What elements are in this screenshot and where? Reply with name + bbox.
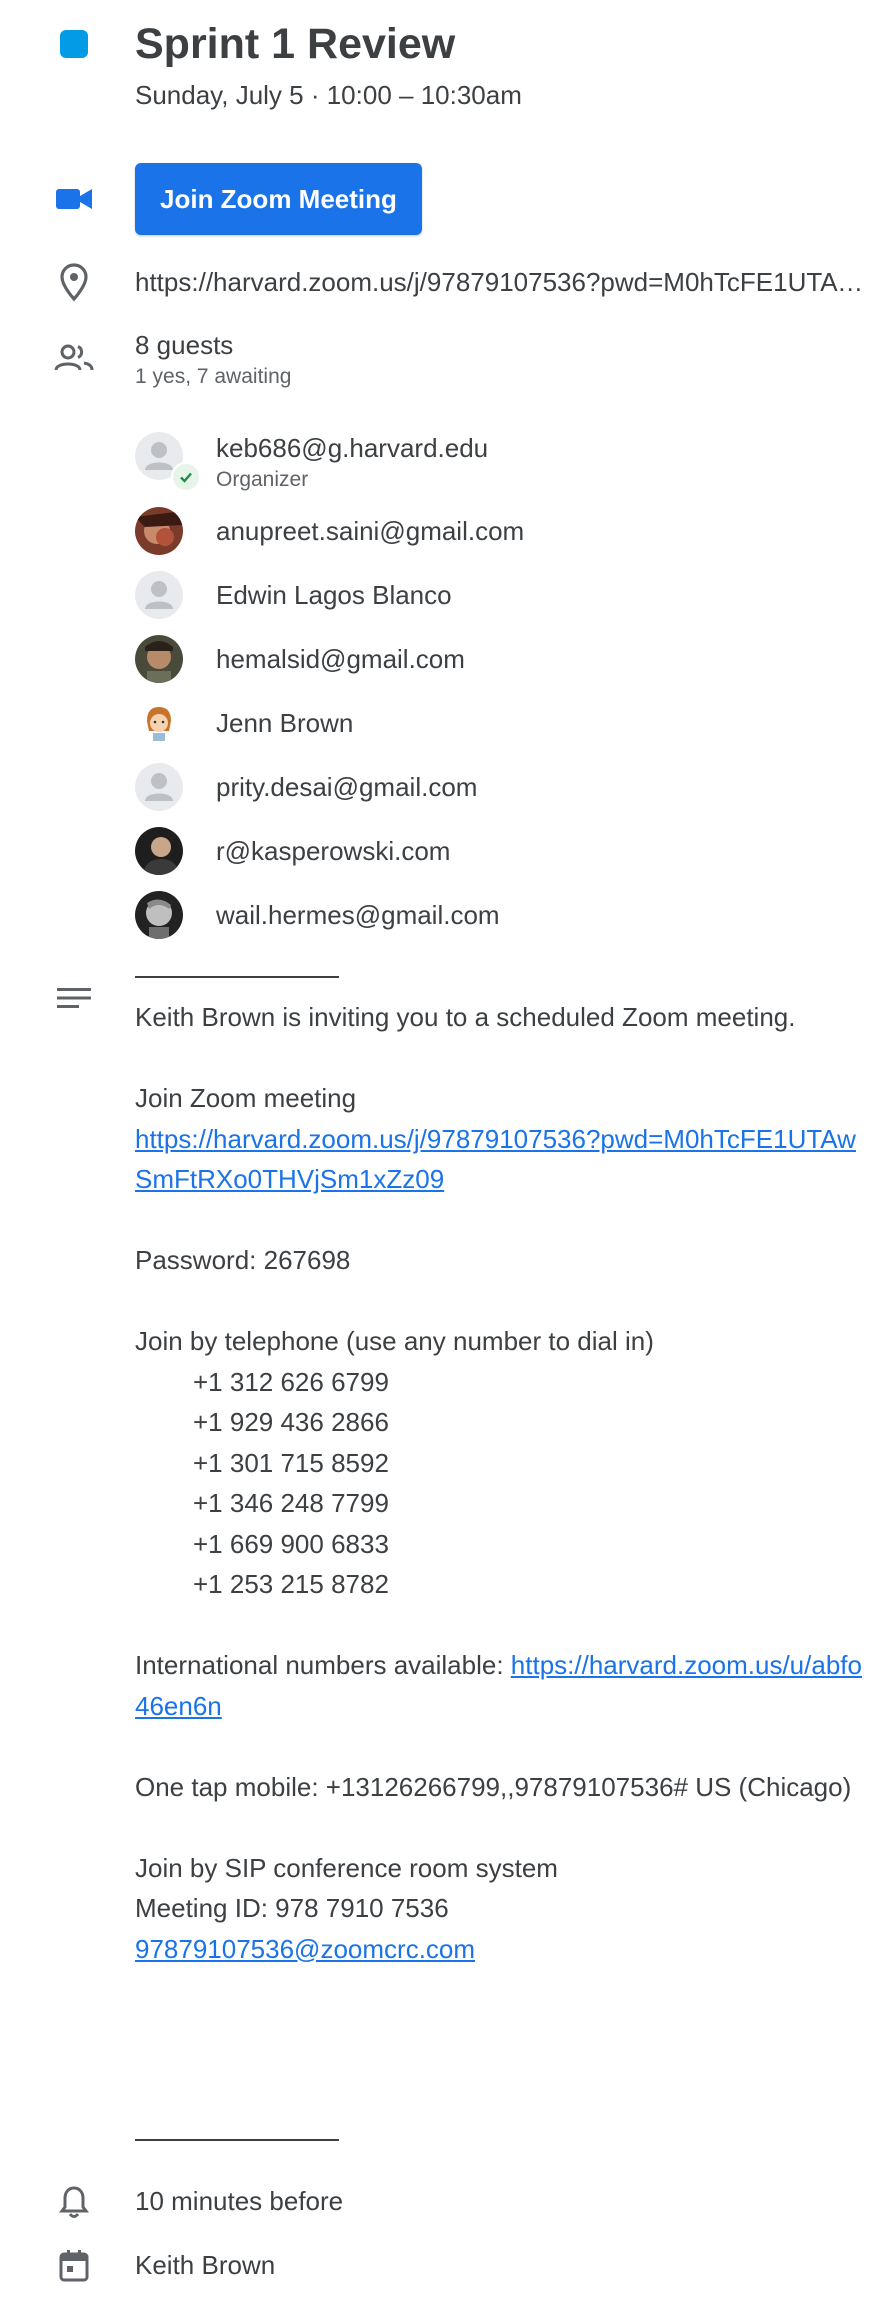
avatar xyxy=(135,571,183,619)
guest-item[interactable]: anupreet.saini@gmail.com xyxy=(135,499,870,563)
intl-numbers-label: International numbers available: xyxy=(135,1650,511,1680)
description-divider-bottom xyxy=(135,2139,339,2141)
guest-role: Organizer xyxy=(216,468,309,491)
meeting-id-text: Meeting ID: 978 7910 7536 xyxy=(135,1893,449,1923)
avatar xyxy=(135,891,183,939)
guest-item[interactable]: prity.desai@gmail.com xyxy=(135,755,870,819)
guest-item[interactable]: wail.hermes@gmail.com xyxy=(135,883,870,947)
join-meeting-link[interactable]: https://harvard.zoom.us/j/97879107536?pw… xyxy=(135,1124,856,1195)
guest-item[interactable]: keb686@g.harvard.edu Organizer xyxy=(135,424,870,504)
location-link[interactable]: https://harvard.zoom.us/j/97879107536?pw… xyxy=(135,265,870,299)
description-divider-top xyxy=(135,976,339,978)
phone-number: +1 669 900 6833 xyxy=(193,1528,389,1559)
description-intro: Keith Brown is inviting you to a schedul… xyxy=(135,1002,796,1032)
guest-count: 8 guests xyxy=(135,330,234,360)
calendar-icon xyxy=(54,2246,94,2286)
guest-name: Edwin Lagos Blanco xyxy=(216,580,452,610)
avatar xyxy=(135,827,183,875)
avatar xyxy=(135,635,183,683)
location-pin-icon xyxy=(54,262,94,302)
sip-heading: Join by SIP conference room system xyxy=(135,1852,558,1883)
guest-item[interactable]: hemalsid@gmail.com xyxy=(135,627,870,691)
phone-number: +1 929 436 2866 xyxy=(193,1407,389,1437)
guest-name: Jenn Brown xyxy=(216,708,354,738)
phone-number: +1 346 248 7799 xyxy=(193,1488,389,1518)
phone-number: +1 301 715 8592 xyxy=(193,1447,389,1478)
people-icon xyxy=(54,338,94,378)
avatar xyxy=(135,699,183,747)
password-text: Password: 267698 xyxy=(135,1245,351,1275)
bell-icon xyxy=(54,2182,94,2222)
guest-item[interactable]: Jenn Brown xyxy=(135,691,870,755)
avatar xyxy=(135,763,183,811)
guest-email: anupreet.saini@gmail.com xyxy=(216,516,525,546)
rsvp-summary: 1 yes, 7 awaiting xyxy=(135,365,292,388)
one-tap-text: One tap mobile: +13126266799,,9787910753… xyxy=(135,1771,852,1802)
guest-email: r@kasperowski.com xyxy=(216,836,451,866)
guest-email: prity.desai@gmail.com xyxy=(216,772,478,802)
phone-number: +1 312 626 6799 xyxy=(193,1366,389,1397)
sip-link[interactable]: 97879107536@zoomcrc.com xyxy=(135,1934,475,1964)
calendar-owner-name: Keith Brown xyxy=(135,2250,276,2280)
phone-heading: Join by telephone (use any number to dia… xyxy=(135,1326,654,1356)
phone-number: +1 253 215 8782 xyxy=(193,1569,389,1599)
join-meeting-heading: Join Zoom meeting xyxy=(135,1083,357,1113)
avatar xyxy=(135,507,183,555)
description-icon xyxy=(54,978,94,1018)
guest-email: hemalsid@gmail.com xyxy=(216,644,465,674)
guest-email: wail.hermes@gmail.com xyxy=(216,900,500,930)
guest-email: keb686@g.harvard.edu xyxy=(216,433,489,463)
description-body: Keith Brown is inviting you to a schedul… xyxy=(135,997,870,1969)
event-title: Sprint 1 Review xyxy=(135,20,456,68)
guest-item[interactable]: Edwin Lagos Blanco xyxy=(135,563,870,627)
event-datetime: Sunday, July 5 · 10:00 – 10:30am xyxy=(135,80,522,110)
accepted-check-icon xyxy=(171,462,201,492)
join-zoom-button[interactable]: Join Zoom Meeting xyxy=(135,163,422,235)
calendar-color-icon xyxy=(54,24,94,64)
video-camera-icon xyxy=(54,179,94,219)
guest-item[interactable]: r@kasperowski.com xyxy=(135,819,870,883)
reminder-text: 10 minutes before xyxy=(135,2186,344,2216)
